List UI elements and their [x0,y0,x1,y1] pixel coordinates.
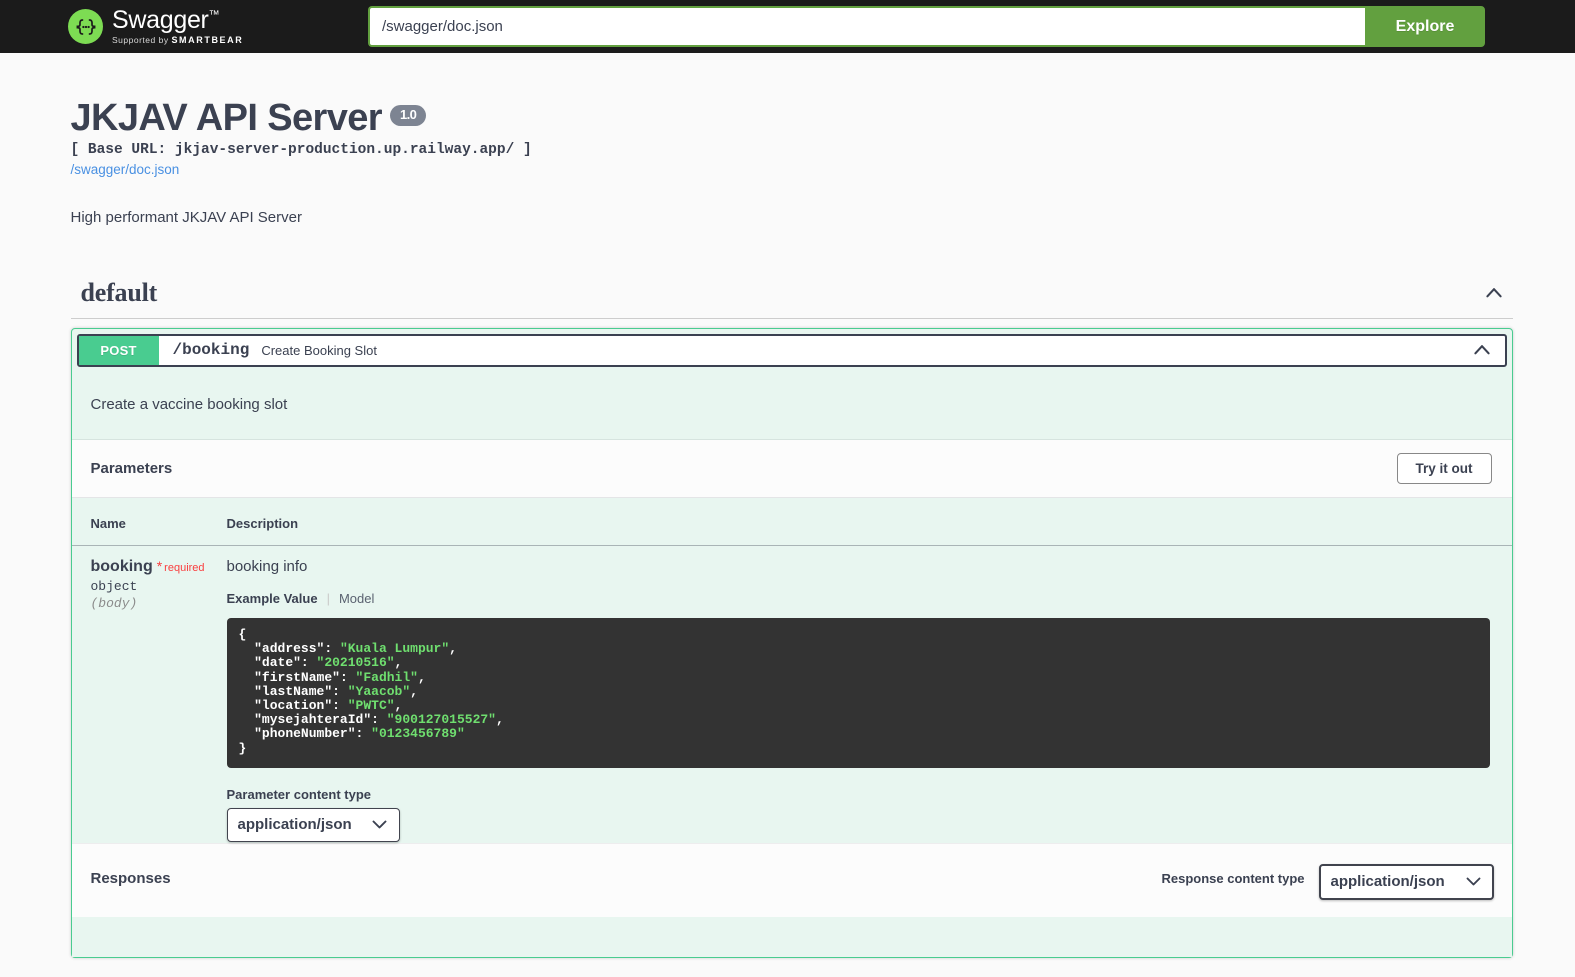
topbar: Swagger™ Supported by SMARTBEAR Explore [0,0,1575,53]
page-title: JKJAV API Server 1.0 [70,97,1513,139]
chevron-up-icon[interactable] [1471,336,1505,365]
column-header-description: Description [208,497,1512,546]
swagger-logo[interactable]: Swagger™ Supported by SMARTBEAR [68,8,243,45]
responses-header: Responses Response content type applicat… [71,842,1512,917]
column-header-name: Name [71,497,209,546]
responses-title: Responses [90,870,171,888]
swagger-brace-icon [68,9,103,44]
tab-model[interactable]: Model [339,591,374,606]
try-it-out-button[interactable]: Try it out [1396,452,1492,484]
api-description: High performant JKJAV API Server [70,208,302,226]
explore-button[interactable]: Explore [1365,6,1485,47]
trademark-mark: ™ [208,9,220,21]
response-content-type-group: Response content type application/json [1161,858,1494,900]
table-header-row: Name Description [71,497,1512,546]
response-content-type-label: Response content type [1161,871,1305,887]
responses-body-placeholder [71,916,1512,957]
parameter-description: booking info [226,557,308,575]
api-title-text: JKJAV API Server [70,97,383,139]
parameter-content-type-wrapper: application/json [226,807,400,842]
parameter-content-type-select[interactable]: application/json [226,807,400,842]
tag-name: default [80,277,158,307]
operation-summary-bar[interactable]: POST /booking Create Booking Slot [76,333,1507,367]
required-asterisk: * [156,557,163,574]
parameter-name-cell: booking * required object (body) [72,545,209,842]
swagger-wordmark: Swagger™ [112,6,220,34]
parameter-name: booking [90,557,153,575]
operation-description: Create a vaccine booking slot [71,372,1512,440]
explore-form: Explore [368,6,1485,47]
spec-url-input[interactable] [368,6,1365,47]
supported-by-smartbear: Supported by SMARTBEAR [112,35,244,45]
parameters-header: Parameters Try it out [71,439,1512,498]
table-row: booking * required object (body) booking i… [72,545,1512,842]
parameter-type: object [90,578,138,594]
response-content-type-select[interactable]: application/json [1318,863,1494,900]
example-model-tabs: Example Value | Model [227,591,1490,606]
operation-path: /booking [172,341,250,360]
parameter-description-cell: booking info Example Value | Model { "ad… [209,545,1512,842]
tab-divider: | [326,590,330,606]
spec-doc-link[interactable]: /swagger/doc.json [71,162,180,177]
parameter-location: (body) [90,595,138,611]
response-content-type-wrapper: application/json [1318,863,1494,900]
api-info: JKJAV API Server 1.0 [ Base URL: jkjav-s… [71,53,1513,226]
parameter-content-type-label: Parameter content type [226,786,372,802]
version-badge: 1.0 [389,105,427,126]
example-value-code[interactable]: { "address": "Kuala Lumpur", "date": "20… [226,617,1490,768]
page-wrapper: JKJAV API Server 1.0 [ Base URL: jkjav-s… [63,53,1513,958]
chevron-up-icon[interactable] [1483,282,1505,304]
tag-section-default: default POST /booking Create Booking Slo… [70,277,1513,958]
operation-summary-text: Create Booking Slot [261,342,377,358]
operation-post-booking: POST /booking Create Booking Slot Create… [70,327,1513,958]
required-label: required [164,561,205,574]
tab-example-value[interactable]: Example Value [227,591,318,606]
parameters-table: Name Description booking * required object… [71,497,1512,843]
base-url: [ Base URL: jkjav-server-production.up.r… [70,141,532,158]
http-method-badge: POST [78,335,159,365]
tag-header[interactable]: default [70,277,1513,319]
parameters-title: Parameters [90,459,173,477]
